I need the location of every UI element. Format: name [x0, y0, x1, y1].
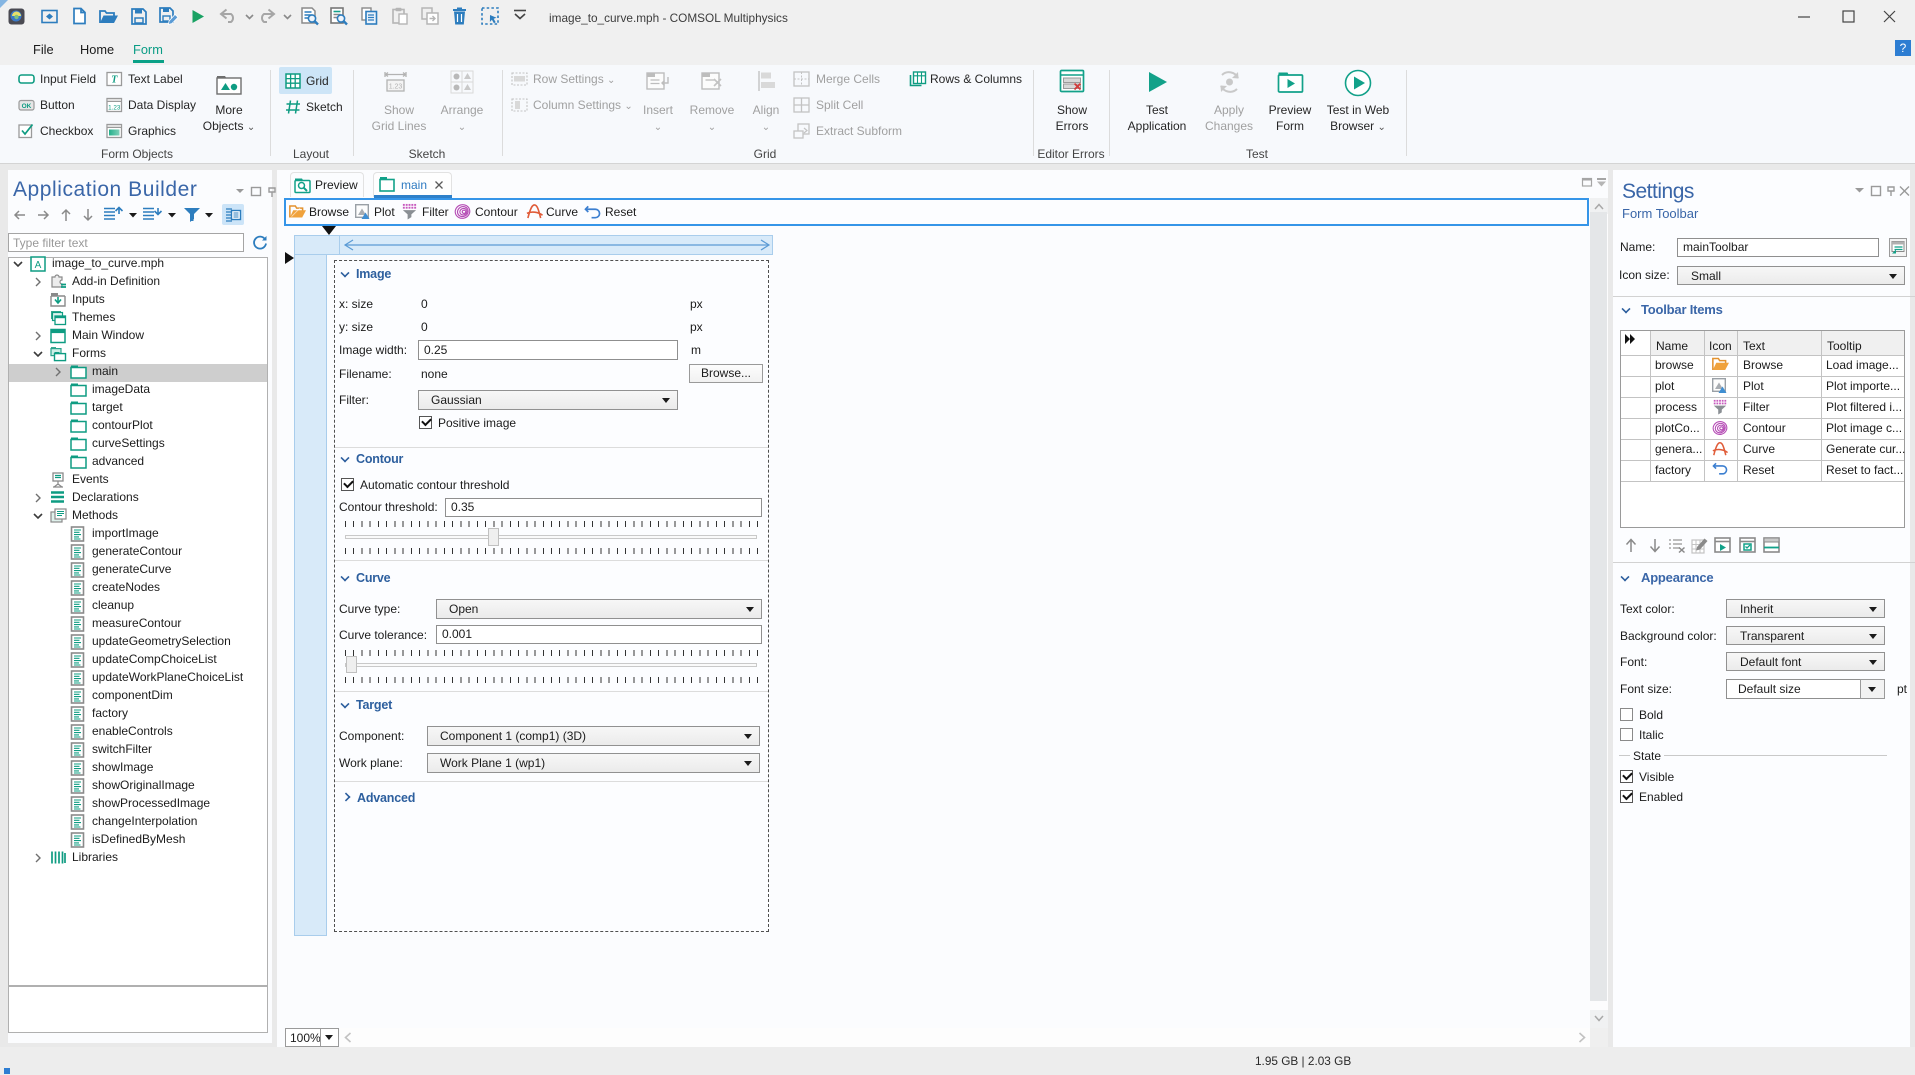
svg-text:OK: OK [22, 103, 32, 110]
svg-text:1.23: 1.23 [389, 84, 403, 91]
svg-text:A: A [35, 260, 42, 271]
svg-text:1.23: 1.23 [108, 105, 121, 112]
svg-text:T: T [111, 75, 118, 86]
